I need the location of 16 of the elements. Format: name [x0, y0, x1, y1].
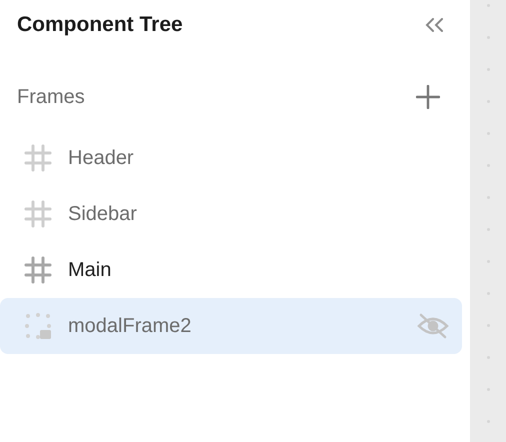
dashed-frame-icon [24, 312, 52, 340]
frame-item[interactable]: Sidebar [0, 186, 462, 242]
frame-item[interactable]: Header [0, 130, 462, 186]
add-icon[interactable] [416, 85, 440, 109]
frame-icon [24, 144, 52, 172]
frame-icon [24, 256, 52, 284]
panel-title: Component Tree [17, 13, 183, 37]
frame-name: modalFrame2 [68, 314, 192, 338]
frame-item[interactable]: Main [0, 242, 462, 298]
collapse-icon[interactable] [424, 18, 444, 32]
frame-name: Header [68, 146, 135, 170]
frame-icon [24, 200, 52, 228]
frame-name: Main [68, 258, 112, 282]
frame-item[interactable]: modalFrame2 [0, 298, 462, 354]
frame-name: Sidebar [68, 202, 138, 226]
section-label: Frames [17, 86, 85, 108]
